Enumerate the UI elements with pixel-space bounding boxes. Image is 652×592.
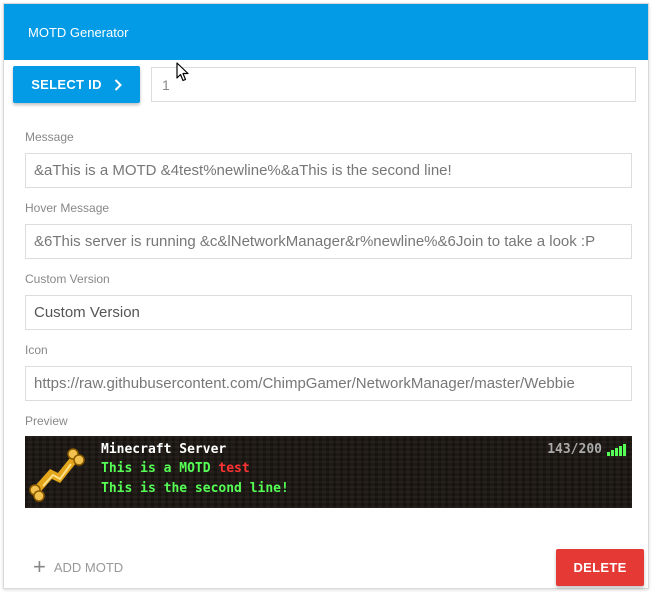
- message-field[interactable]: &aThis is a MOTD &4test%newline%&aThis i…: [25, 153, 632, 188]
- icon-url-value: https://raw.githubusercontent.com/ChimpG…: [34, 375, 575, 392]
- select-id-button[interactable]: SELECT ID: [13, 66, 140, 103]
- select-id-label: SELECT ID: [31, 77, 102, 92]
- preview-line-2: This is the second line!: [101, 481, 289, 496]
- add-motd-button[interactable]: + ADD MOTD: [33, 556, 123, 578]
- icon-label: Icon: [25, 343, 48, 357]
- icon-url-field[interactable]: https://raw.githubusercontent.com/ChimpG…: [25, 366, 632, 401]
- page-title: MOTD Generator: [28, 24, 129, 40]
- custom-version-field[interactable]: Custom Version: [25, 295, 632, 330]
- id-input[interactable]: 1: [151, 67, 636, 102]
- preview-player-count: 143/200: [547, 442, 602, 457]
- chevron-right-icon: [114, 78, 122, 91]
- preview-server-name: Minecraft Server: [101, 442, 227, 457]
- id-input-value: 1: [162, 76, 170, 93]
- add-motd-label: ADD MOTD: [53, 559, 124, 575]
- hover-message-value: &6This server is running &c&lNetworkMana…: [34, 233, 596, 250]
- preview-line-1: This is a MOTD test: [101, 461, 250, 476]
- message-label: Message: [25, 130, 74, 144]
- preview-label: Preview: [25, 414, 68, 428]
- golden-bones-icon: [29, 444, 89, 506]
- motd-card: MOTD Generator SELECT ID 1 Message &aThi…: [3, 3, 649, 589]
- motd-preview: Minecraft Server This is a MOTD test Thi…: [25, 436, 632, 508]
- custom-version-label: Custom Version: [25, 272, 110, 286]
- card-header: MOTD Generator: [4, 4, 648, 60]
- hover-message-label: Hover Message: [25, 201, 110, 215]
- preview-line-1-green: This is a MOTD: [101, 461, 219, 476]
- plus-icon: +: [33, 554, 46, 579]
- delete-label: DELETE: [573, 560, 627, 575]
- delete-button[interactable]: DELETE: [556, 549, 644, 586]
- mouse-cursor-icon: [176, 62, 190, 87]
- preview-line-1-red: test: [218, 461, 250, 476]
- hover-message-field[interactable]: &6This server is running &c&lNetworkMana…: [25, 224, 632, 259]
- message-value: &aThis is a MOTD &4test%newline%&aThis i…: [34, 162, 452, 179]
- signal-bars-icon: [607, 444, 626, 456]
- custom-version-placeholder: Custom Version: [34, 304, 140, 321]
